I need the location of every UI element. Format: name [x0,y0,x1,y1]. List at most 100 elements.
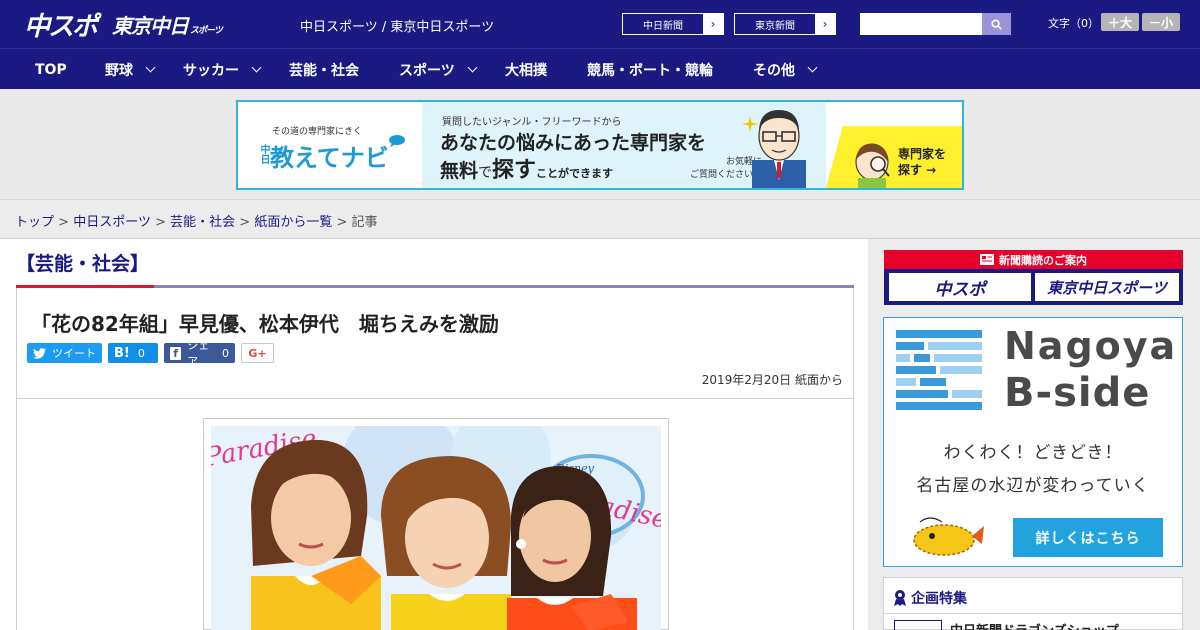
nav-label: その他 [753,62,795,79]
font-size-label: 文字（0） [1048,17,1099,30]
breadcrumb-entertainment[interactable]: 芸能・社会 [170,215,235,230]
chuspo-logo[interactable]: 中スポ [24,8,98,42]
hatena-bookmark-button[interactable]: B! 0 [108,343,158,363]
banner-cta-line2: 探す → [898,163,937,177]
breadcrumb-top[interactable]: トップ [15,215,54,230]
font-increase-button[interactable]: ＋大 [1101,13,1139,31]
font-decrease-button[interactable]: －小 [1142,13,1180,31]
expert-person-illustration [752,110,806,188]
speech-bubble-icon [389,135,405,147]
breadcrumb-sep: > [58,215,70,230]
tokyo-shimbun-link[interactable]: 東京新聞 › [734,13,836,35]
nav-label: スポーツ [399,62,455,79]
banner-cta-line1: 専門家を [898,147,947,161]
sidebar: 新聞購読のご案内 中スポ 東京中日スポーツ Nagoya B-side わくわく… [868,239,1200,630]
breadcrumb: トップ > 中日スポーツ > 芸能・社会 > 紙面から一覧 > 記事 [15,211,378,230]
breadcrumb-sep: > [336,215,348,230]
breadcrumb-sep: > [155,215,166,230]
banner-headline-1: あなたの悩みにあった専門家を [440,132,707,154]
article-source: 紙面から [794,373,843,387]
breadcrumb-chunichi-sports[interactable]: 中日スポーツ [73,215,151,230]
tweet-button[interactable]: ツイート [27,343,102,363]
bside-slogan-2: 名古屋の水辺が変わっていく [916,476,1150,496]
search-input[interactable] [860,13,982,35]
banner-search-text: 探す [492,158,537,183]
ribbon-icon [894,590,906,606]
woman-magnifier-illustration [855,143,890,188]
nav-item-keiba[interactable]: 競馬・ボート・競輪 [587,49,713,90]
chevron-right-icon: › [815,14,835,34]
bside-logo-blocks [896,330,982,410]
main-content: 【芸能・社会】 「花の82年組」早見優、松本伊代 堀ちえみを激励 ツイート B!… [0,239,868,630]
nav-item-other[interactable]: その他 [753,49,818,90]
article-headline: 「花の82年組」早見優、松本伊代 堀ちえみを激励 [31,312,499,336]
nav-label: 競馬・ボート・競輪 [587,62,713,79]
bside-title-2: B-side [1004,370,1151,416]
bside-title-1: Nagoya [1004,324,1178,368]
chevron-right-icon: › [703,14,723,34]
main-nav: TOP 野球 サッカー 芸能・社会 スポーツ 大相撲 競馬・ボート・競輪 その他 [0,48,1200,89]
bside-details-button[interactable]: 詳しくはこちら [1013,518,1163,557]
article-dateline: 2019年2月20日 紙面から [702,371,843,388]
nav-label: 大相撲 [505,62,547,79]
hatena-icon: B! [114,345,130,361]
dragons-shop-link[interactable]: 中日新聞ドラゴンズショップ [950,620,1119,630]
top-header: 中スポ 東京中日 スポーツ 中日スポーツ / 東京中日スポーツ 中日新聞 › 東… [0,0,1200,48]
site-title: 中日スポーツ / 東京中日スポーツ [300,20,495,35]
chevron-down-icon [467,62,478,73]
chevron-down-icon [807,62,818,73]
nav-item-soccer[interactable]: サッカー [183,49,262,90]
tokyo-chunichi-logo[interactable]: 東京中日 スポーツ [112,8,223,40]
banner-free-text: 無料 [440,160,479,182]
nav-item-baseball[interactable]: 野球 [105,49,156,90]
search-button[interactable] [982,13,1011,35]
banner-chunichi-tag: 中日 [258,144,269,164]
chevron-down-icon [251,62,262,73]
chevron-down-icon [145,62,156,73]
article-photo-frame: Paradise Disney Paradise [203,418,669,630]
chunichi-shimbun-link[interactable]: 中日新聞 › [622,13,724,35]
google-plus-button[interactable]: G+ [241,343,274,363]
subscription-header-text: 新聞購読のご案内 [999,253,1087,267]
tokyo-logo-small: スポーツ [190,26,223,36]
banner-headline-2: 無料で探すことができます [440,152,613,184]
article-category[interactable]: 【芸能・社会】 [16,249,149,276]
twitter-bird-icon [33,347,46,359]
article-card: 「花の82年組」早見優、松本伊代 堀ちえみを激励 ツイート B! 0 f シェア… [16,288,854,630]
facebook-icon: f [170,346,182,360]
subscribe-chuspo-link[interactable]: 中スポ [889,273,1031,301]
breadcrumb-current: 記事 [351,215,378,230]
feature-heading-text: 企画特集 [911,591,967,607]
oshiete-navi-banner[interactable]: その道の専門家にきく 中日 教えてナビ 質問したいジャンル・フリーワードから あ… [236,100,964,190]
facebook-share-button[interactable]: f シェア 0 [164,339,235,368]
banner-can-text: ことができます [536,167,614,180]
article-photo[interactable]: Paradise Disney Paradise [211,426,661,630]
banner-question-text: 質問したいジャンル・フリーワードから [442,117,622,128]
nagoya-bside-ad[interactable]: Nagoya B-side わくわく！どきどき！ 名古屋の水辺が変わっていく 詳… [883,317,1183,567]
nav-item-sports[interactable]: スポーツ [399,49,478,90]
nav-label: サッカー [183,62,239,79]
hatena-count: 0 [137,346,145,360]
newspaper-icon [980,254,994,265]
banner-left: その道の専門家にきく 中日 教えてナビ [238,102,962,188]
feature-heading: 企画特集 [894,588,967,608]
ebi-fry-mascot-icon [913,517,984,556]
banner-cta-text: 専門家を 探す → [898,146,946,178]
search-icon [991,18,1002,30]
facebook-share-label: シェア [187,339,210,368]
nav-item-sumo[interactable]: 大相撲 [505,49,547,90]
breadcrumb-paper-list[interactable]: 紙面から一覧 [254,215,332,230]
article-date: 2019年2月20日 [701,373,792,387]
nav-item-entertainment[interactable]: 芸能・社会 [289,49,359,90]
chunichi-shimbun-label: 中日新聞 [643,20,683,32]
bside-slogan-1: わくわく！どきどき！ [943,443,1123,463]
dragons-shop-thumbnail[interactable] [894,620,942,630]
nav-item-top[interactable]: TOP [35,49,67,90]
chuspo-logo-text: 中スポ [24,11,98,42]
facebook-count: 0 [222,346,229,360]
subscription-box: 新聞購読のご案内 中スポ 東京中日スポーツ [884,250,1183,305]
banner-de-text: で [478,165,493,181]
banner-cta-area[interactable]: 専門家を 探す → [826,126,962,188]
ad-banner-area: その道の専門家にきく 中日 教えてナビ 質問したいジャンル・フリーワードから あ… [0,89,1200,200]
subscribe-tokyo-chunichi-link[interactable]: 東京中日スポーツ [1035,273,1179,301]
